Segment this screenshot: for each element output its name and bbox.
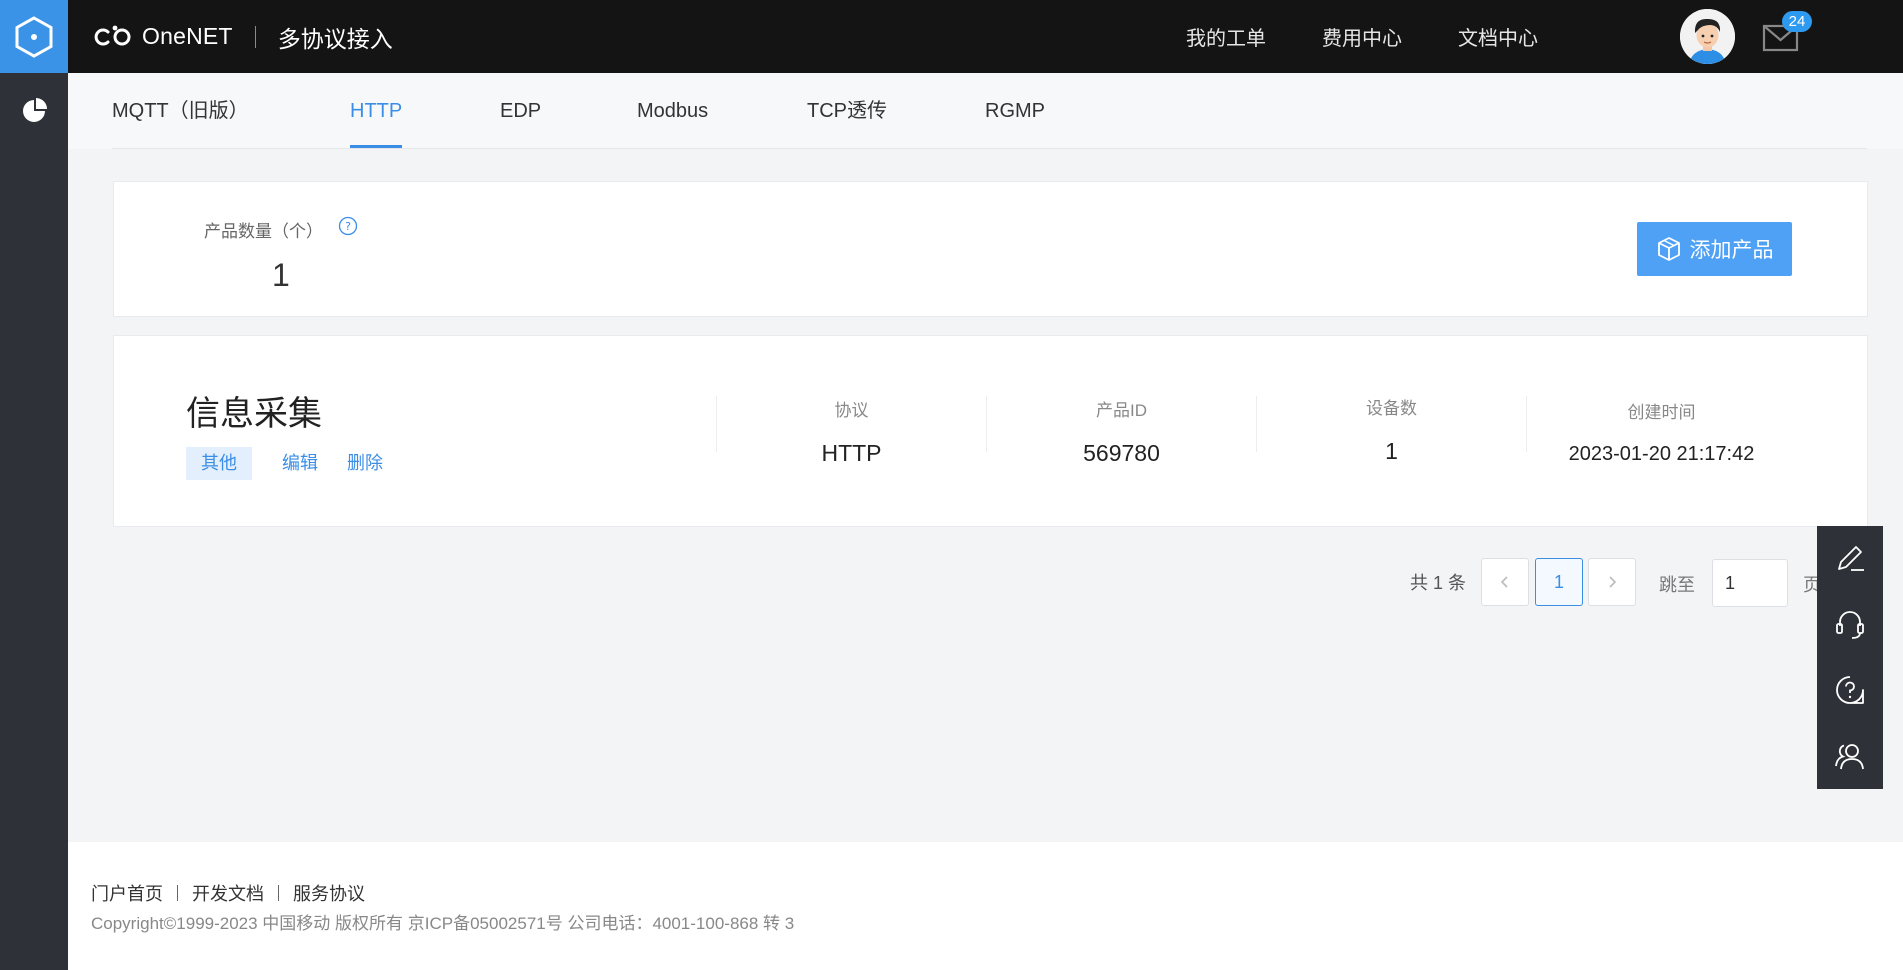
tab-http[interactable]: HTTP xyxy=(350,73,403,149)
footer-link-service-agreement[interactable]: 服务协议 xyxy=(293,880,365,906)
help-button[interactable] xyxy=(1817,658,1883,724)
footer-link-home[interactable]: 门户首页 xyxy=(91,880,163,906)
nav-docs-center[interactable]: 文档中心 xyxy=(1458,22,1538,51)
sidebar-item-dashboard[interactable] xyxy=(0,73,68,149)
copyright-text: Copyright©1999-2023 中国移动 版权所有 京ICP备05002… xyxy=(91,914,795,933)
delete-link[interactable]: 删除 xyxy=(347,447,383,480)
users-icon xyxy=(1835,744,1864,770)
floating-toolbar xyxy=(1817,526,1883,789)
chevron-right-icon xyxy=(1609,576,1617,588)
protocol-column: 协议 HTTP xyxy=(716,396,986,466)
pie-chart-icon xyxy=(23,98,47,122)
footer: 门户首页 开发文档 服务协议 Copyright©1999-2023 中国移动 … xyxy=(68,842,1903,970)
user-avatar-icon xyxy=(1680,9,1735,64)
protocol-value: HTTP xyxy=(821,440,882,466)
tab-mqtt-legacy[interactable]: MQTT（旧版） xyxy=(112,73,249,149)
nav-my-tickets[interactable]: 我的工单 xyxy=(1186,22,1266,51)
created-time-column: 创建时间 2023-01-20 21:17:42 xyxy=(1526,396,1796,465)
product-count-label: 产品数量（个） xyxy=(204,222,323,241)
page-number-button[interactable]: 1 xyxy=(1535,558,1583,606)
feedback-button[interactable] xyxy=(1817,526,1883,592)
created-time-value: 2023-01-20 21:17:42 xyxy=(1568,443,1755,465)
tab-modbus[interactable]: Modbus xyxy=(637,73,708,149)
help-circle-icon xyxy=(1836,676,1864,705)
brand[interactable]: OneNET 多协议接入 xyxy=(94,20,393,54)
pagination-total: 共 1 条 xyxy=(1410,573,1467,593)
tab-edp[interactable]: EDP xyxy=(500,73,541,149)
headset-icon xyxy=(1836,610,1864,639)
product-name[interactable]: 信息采集 xyxy=(186,386,322,435)
protocol-label: 协议 xyxy=(834,401,869,420)
pencil-icon xyxy=(1838,545,1864,571)
footer-links: 门户首页 开发文档 服务协议 xyxy=(91,880,365,906)
next-page-button[interactable] xyxy=(1588,558,1636,606)
footer-divider xyxy=(278,885,279,901)
nav-billing-center[interactable]: 费用中心 xyxy=(1322,22,1402,51)
tabs-bar: MQTT（旧版） HTTP EDP Modbus TCP透传 RGMP xyxy=(112,73,1867,149)
top-bar: OneNET 多协议接入 我的工单 费用中心 文档中心 xyxy=(68,0,1903,73)
footer-divider xyxy=(177,885,178,901)
onenet-logo-icon xyxy=(94,25,131,45)
community-button[interactable] xyxy=(1817,723,1883,789)
chevron-left-icon xyxy=(1500,576,1508,588)
product-card: 信息采集 其他 编辑 删除 协议 HTTP 产品ID 569780 设备数 1 … xyxy=(113,335,1868,527)
protocol-tabs: MQTT（旧版） HTTP EDP Modbus TCP透传 RGMP xyxy=(68,73,1903,149)
product-id-label: 产品ID xyxy=(1096,401,1147,420)
left-sidebar xyxy=(0,0,68,970)
top-nav: 我的工单 费用中心 文档中心 xyxy=(1186,0,1594,73)
product-count-value: 1 xyxy=(272,257,290,293)
tab-rgmp[interactable]: RGMP xyxy=(985,73,1045,149)
product-id-column: 产品ID 569780 xyxy=(986,396,1256,466)
product-id-value: 569780 xyxy=(1083,440,1160,466)
brand-divider xyxy=(254,25,256,48)
mail-count-badge: 24 xyxy=(1782,11,1812,32)
hexagon-logo-icon xyxy=(15,15,53,58)
cube-icon xyxy=(1657,237,1680,261)
device-count-label: 设备数 xyxy=(1366,399,1417,418)
customer-service-button[interactable] xyxy=(1817,592,1883,658)
add-product-label: 添加产品 xyxy=(1689,239,1774,262)
device-count-column: 设备数 1 xyxy=(1256,396,1526,464)
edit-link[interactable]: 编辑 xyxy=(282,447,318,480)
footer-link-dev-docs[interactable]: 开发文档 xyxy=(192,880,264,906)
question-circle-icon[interactable]: ? xyxy=(338,216,358,236)
app-logo[interactable] xyxy=(0,0,68,73)
jump-to-label: 跳至 xyxy=(1659,575,1695,595)
page-title: 多协议接入 xyxy=(277,25,393,52)
prev-page-button[interactable] xyxy=(1481,558,1529,606)
device-count-value: 1 xyxy=(1385,438,1398,464)
tab-tcp-passthrough[interactable]: TCP透传 xyxy=(807,73,887,149)
brand-name: OneNET xyxy=(142,23,233,49)
jump-page-input[interactable] xyxy=(1712,559,1788,607)
product-summary-card: 产品数量（个） ? 1 添加产品 xyxy=(113,181,1868,317)
avatar[interactable] xyxy=(1680,9,1735,64)
svg-text:?: ? xyxy=(345,220,351,233)
created-time-label: 创建时间 xyxy=(1627,403,1696,422)
product-category-tag: 其他 xyxy=(186,447,252,480)
add-product-button[interactable]: 添加产品 xyxy=(1637,222,1792,276)
